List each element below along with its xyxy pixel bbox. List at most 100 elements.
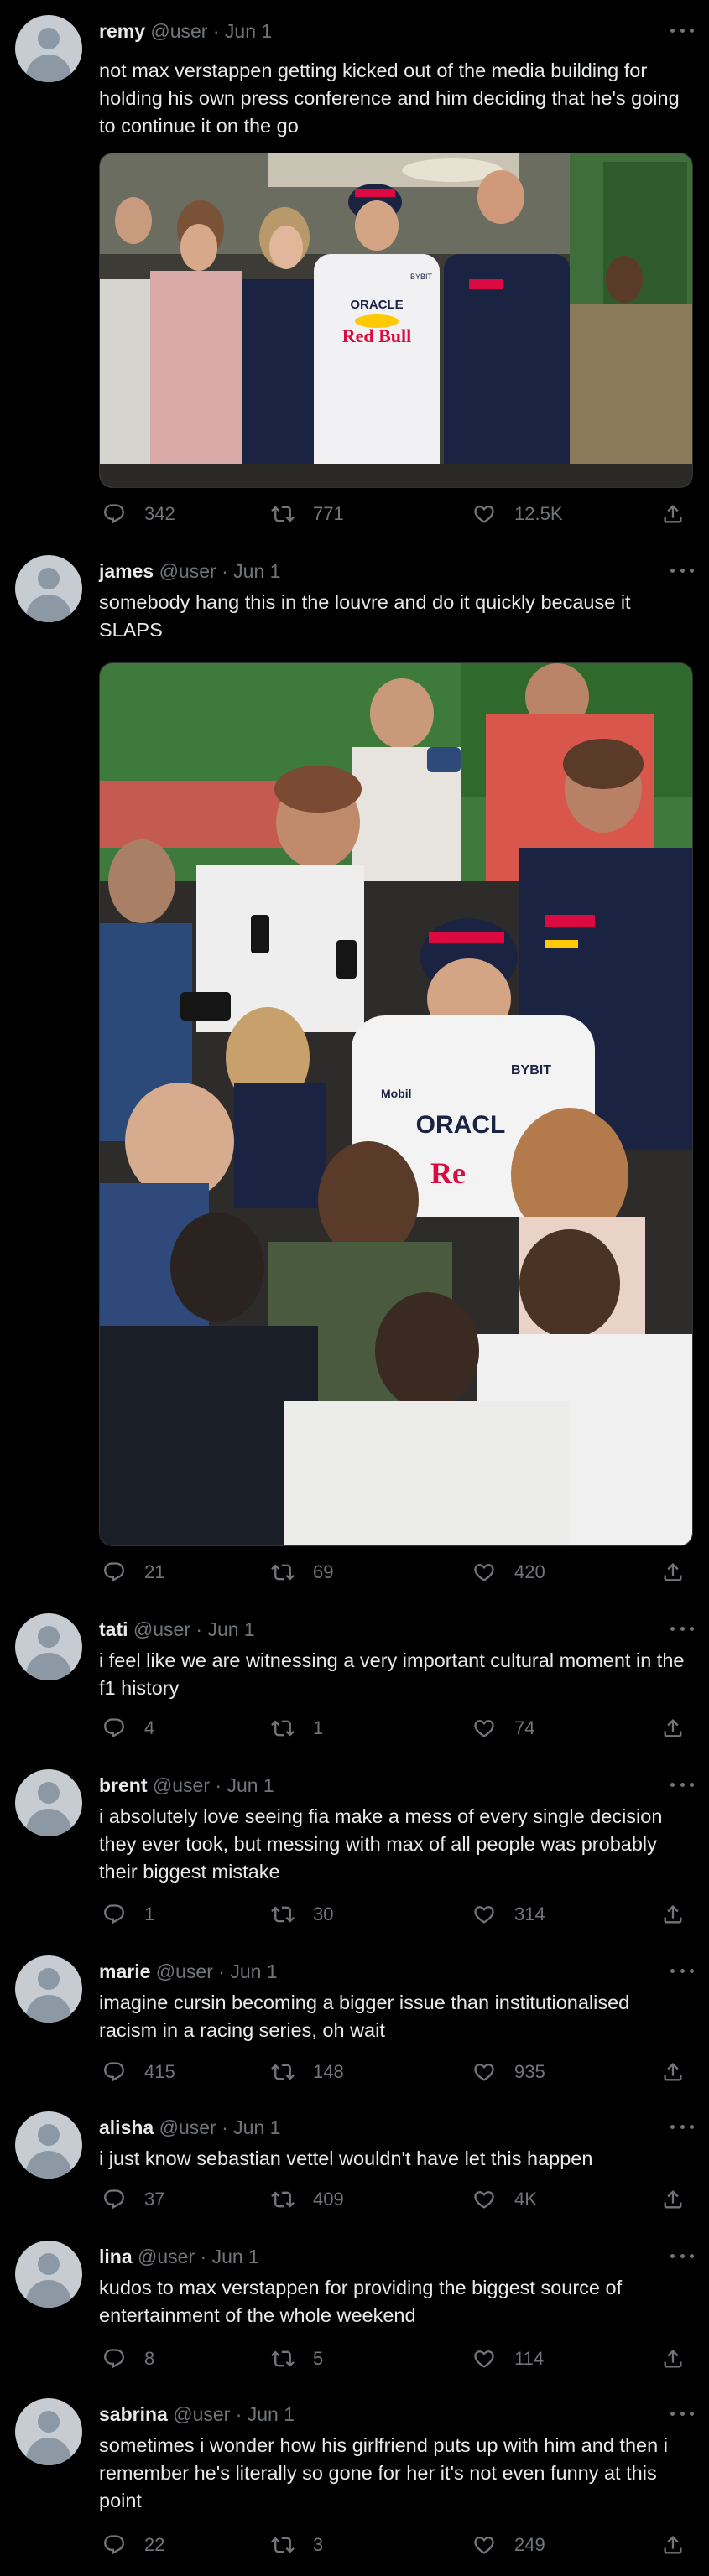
share-icon bbox=[661, 1716, 685, 1740]
tweet-date[interactable]: Jun 1 bbox=[225, 20, 272, 42]
heart-icon bbox=[472, 2188, 496, 2211]
reply-button[interactable]: 415 bbox=[102, 2059, 175, 2085]
like-button[interactable]: 420 bbox=[472, 1560, 545, 1585]
author-handle[interactable]: @user bbox=[138, 2246, 195, 2267]
tweet-header: lina @user · Jun 1 bbox=[99, 2244, 259, 2269]
retweet-icon bbox=[271, 2060, 295, 2084]
retweet-button[interactable]: 3 bbox=[271, 2532, 323, 2558]
shirt-sponsor-text: BYBIT bbox=[410, 273, 433, 281]
tweet-date[interactable]: Jun 1 bbox=[230, 1961, 277, 1982]
tweet-actions: 1 30 314 bbox=[99, 1902, 695, 1927]
author-handle[interactable]: @user bbox=[156, 1961, 213, 1982]
reply-button[interactable]: 21 bbox=[102, 1560, 164, 1585]
retweet-count: 30 bbox=[313, 1903, 334, 1924]
tweet-photo[interactable]: ORACL Re BYBIT Mobil bbox=[99, 662, 693, 1546]
like-button[interactable]: 12.5K bbox=[472, 501, 563, 527]
author-name[interactable]: remy bbox=[99, 20, 145, 42]
default-avatar-icon[interactable] bbox=[15, 2398, 82, 2465]
more-options-icon[interactable] bbox=[670, 1962, 694, 1979]
share-button[interactable] bbox=[661, 2059, 685, 2085]
author-name[interactable]: james bbox=[99, 560, 154, 582]
reply-icon bbox=[102, 1561, 126, 1584]
tweet-date[interactable]: Jun 1 bbox=[227, 1774, 274, 1796]
share-button[interactable] bbox=[661, 1716, 685, 1741]
tweet-text: sometimes i wonder how his girlfriend pu… bbox=[99, 2434, 668, 2511]
author-handle[interactable]: @user bbox=[133, 1618, 190, 1640]
share-button[interactable] bbox=[661, 501, 685, 527]
like-button[interactable]: 4K bbox=[472, 2187, 537, 2212]
share-button[interactable] bbox=[661, 2532, 685, 2558]
author-handle[interactable]: @user bbox=[150, 20, 207, 42]
author-name[interactable]: sabrina bbox=[99, 2403, 168, 2425]
reply-icon bbox=[102, 502, 126, 526]
reply-button[interactable]: 37 bbox=[102, 2187, 164, 2212]
tweet-actions: 342 771 12.5K bbox=[99, 501, 695, 527]
author-name[interactable]: lina bbox=[99, 2246, 133, 2267]
heart-icon bbox=[472, 1716, 496, 1740]
retweet-button[interactable]: 30 bbox=[271, 1902, 333, 1927]
reply-button[interactable]: 4 bbox=[102, 1716, 154, 1741]
reply-button[interactable]: 342 bbox=[102, 501, 175, 527]
share-icon bbox=[661, 2533, 685, 2557]
more-options-icon[interactable] bbox=[670, 22, 694, 39]
author-handle[interactable]: @user bbox=[159, 560, 216, 582]
share-button[interactable] bbox=[661, 2187, 685, 2212]
default-avatar-icon[interactable] bbox=[15, 1769, 82, 1836]
retweet-button[interactable]: 1 bbox=[271, 1716, 323, 1741]
tweet-date[interactable]: Jun 1 bbox=[212, 2246, 259, 2267]
retweet-button[interactable]: 771 bbox=[271, 501, 344, 527]
default-avatar-icon[interactable] bbox=[15, 2111, 82, 2179]
default-avatar-icon[interactable] bbox=[15, 1955, 82, 2023]
more-options-icon[interactable] bbox=[670, 562, 694, 579]
author-name[interactable]: brent bbox=[99, 1774, 148, 1796]
default-avatar-icon[interactable] bbox=[15, 555, 82, 622]
tweet-date[interactable]: Jun 1 bbox=[233, 2116, 280, 2138]
author-name[interactable]: marie bbox=[99, 1961, 150, 1982]
author-handle[interactable]: @user bbox=[153, 1774, 210, 1796]
tweet-photo[interactable]: ORACLE Red Bull BYBIT bbox=[99, 153, 693, 488]
more-options-icon[interactable] bbox=[670, 1776, 694, 1793]
default-avatar-icon[interactable] bbox=[15, 1613, 82, 1680]
retweet-button[interactable]: 409 bbox=[271, 2187, 344, 2212]
share-button[interactable] bbox=[661, 2346, 685, 2371]
tweet-date[interactable]: Jun 1 bbox=[233, 560, 280, 582]
author-handle[interactable]: @user bbox=[159, 2116, 216, 2138]
more-options-icon[interactable] bbox=[670, 2405, 694, 2422]
reply-count: 342 bbox=[144, 503, 175, 524]
reply-icon bbox=[102, 2188, 126, 2211]
author-handle[interactable]: @user bbox=[173, 2403, 230, 2425]
reply-button[interactable]: 22 bbox=[102, 2532, 164, 2558]
reply-button[interactable]: 1 bbox=[102, 1902, 154, 1927]
more-options-icon[interactable] bbox=[670, 2118, 694, 2135]
crowd-photo-walking: ORACLE Red Bull BYBIT bbox=[100, 153, 692, 487]
like-button[interactable]: 114 bbox=[472, 2346, 544, 2371]
default-avatar-icon[interactable] bbox=[15, 2241, 82, 2308]
share-icon bbox=[661, 2188, 685, 2211]
like-button[interactable]: 935 bbox=[472, 2059, 545, 2085]
default-avatar-icon[interactable] bbox=[15, 15, 82, 82]
author-name[interactable]: alisha bbox=[99, 2116, 154, 2138]
heart-icon bbox=[472, 1903, 496, 1926]
retweet-button[interactable]: 5 bbox=[271, 2346, 323, 2371]
retweet-count: 69 bbox=[313, 1561, 334, 1582]
more-options-icon[interactable] bbox=[670, 1620, 694, 1637]
like-button[interactable]: 314 bbox=[472, 1902, 545, 1927]
reply-icon bbox=[102, 1716, 126, 1740]
reply-button[interactable]: 8 bbox=[102, 2346, 154, 2371]
retweet-button[interactable]: 69 bbox=[271, 1560, 333, 1585]
tweet-text: imagine cursin becoming a bigger issue t… bbox=[99, 1992, 630, 2041]
tweet-text: not max verstappen getting kicked out of… bbox=[99, 60, 680, 137]
tweet-text: somebody hang this in the louvre and do … bbox=[99, 591, 631, 641]
like-button[interactable]: 249 bbox=[472, 2532, 545, 2558]
retweet-button[interactable]: 148 bbox=[271, 2059, 344, 2085]
tweet-date[interactable]: Jun 1 bbox=[248, 2403, 295, 2425]
like-count: 249 bbox=[514, 2534, 545, 2555]
reply-count: 1 bbox=[144, 1903, 155, 1924]
tweet-date[interactable]: Jun 1 bbox=[207, 1618, 254, 1640]
share-button[interactable] bbox=[661, 1560, 685, 1585]
more-options-icon[interactable] bbox=[670, 2247, 694, 2264]
separator-dot: · bbox=[235, 2403, 242, 2425]
like-button[interactable]: 74 bbox=[472, 1716, 534, 1741]
author-name[interactable]: tati bbox=[99, 1618, 128, 1640]
share-button[interactable] bbox=[661, 1902, 685, 1927]
